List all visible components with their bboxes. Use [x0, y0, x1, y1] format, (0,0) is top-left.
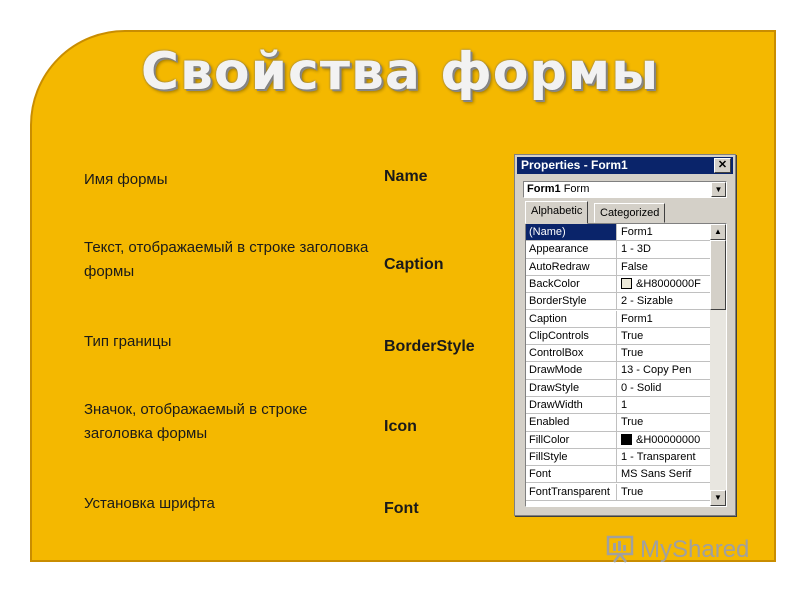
- property-row[interactable]: Font MS Sans Serif: [526, 466, 710, 484]
- property-value-text: True: [621, 485, 644, 498]
- property-row[interactable]: BorderStyle 2 - Sizable: [526, 293, 710, 311]
- property-value[interactable]: True: [618, 414, 710, 430]
- row-prop-icon: Icon: [384, 418, 417, 435]
- property-name: FontTransparent: [526, 483, 617, 500]
- property-name: DrawStyle: [526, 379, 617, 396]
- scroll-down-icon[interactable]: ▼: [710, 490, 726, 506]
- property-value[interactable]: 0 - Solid: [618, 380, 710, 396]
- tab-alphabetic[interactable]: Alphabetic: [525, 201, 589, 224]
- property-value[interactable]: Form1: [618, 311, 710, 327]
- property-value-text: True: [621, 347, 644, 360]
- property-name: BackColor: [526, 275, 617, 293]
- row-prop-borderstyle: BorderStyle: [384, 338, 475, 355]
- properties-titlebar[interactable]: Properties - Form1 ✕: [517, 157, 733, 174]
- property-name: Caption: [526, 310, 617, 327]
- watermark-text: MyShared: [640, 536, 750, 563]
- property-value-text: Form1: [621, 312, 653, 325]
- property-value-text: 1 - Transparent: [621, 450, 696, 463]
- property-name: (Name): [526, 224, 617, 241]
- row-desc-caption: Текст, отображаемый в строке заголовка ф…: [84, 239, 369, 280]
- property-value[interactable]: True: [618, 345, 710, 361]
- property-value-text: &H00000000: [636, 433, 701, 446]
- property-row[interactable]: FontTransparent True: [526, 483, 710, 501]
- property-value-text: False: [621, 260, 648, 273]
- property-value[interactable]: 1: [618, 397, 710, 413]
- property-row[interactable]: DrawWidth 1: [526, 397, 710, 415]
- property-value-text: True: [621, 329, 644, 342]
- property-name: ClipControls: [526, 327, 617, 345]
- property-row[interactable]: AutoRedraw False: [526, 258, 710, 276]
- color-swatch: [621, 277, 632, 289]
- property-name: AutoRedraw: [526, 258, 617, 275]
- properties-title: Properties - Form1: [521, 158, 628, 172]
- property-value-text: Form1: [621, 226, 653, 238]
- property-value-text: 1 - 3D: [621, 243, 651, 256]
- property-row[interactable]: DrawStyle 0 - Solid: [526, 379, 710, 397]
- object-type: Form: [563, 183, 590, 195]
- property-value-text: 13 - Copy Pen: [621, 364, 692, 377]
- property-name: DrawWidth: [526, 397, 617, 414]
- page-title: Свойства формы: [140, 42, 660, 102]
- property-name: ControlBox: [526, 345, 617, 362]
- property-value[interactable]: Form1: [618, 224, 710, 240]
- property-value-text: True: [621, 416, 644, 429]
- row-prop-caption: Caption: [384, 256, 444, 273]
- row-prop-font: Font: [384, 500, 419, 517]
- object-selector[interactable]: Form1 Form ▼: [523, 181, 727, 198]
- property-value[interactable]: &H00000000: [618, 432, 710, 448]
- property-row[interactable]: DrawMode 13 - Copy Pen: [526, 362, 710, 380]
- property-row[interactable]: ClipControls True: [526, 327, 710, 346]
- property-name: DrawMode: [526, 362, 617, 379]
- property-value-text: &H8000000F: [636, 277, 701, 290]
- color-swatch: [621, 433, 632, 445]
- properties-window: Properties - Form1 ✕ Form1 Form ▼ Alphab…: [514, 154, 736, 516]
- property-row[interactable]: ControlBox True: [526, 345, 710, 363]
- property-value[interactable]: False: [618, 259, 710, 275]
- property-value[interactable]: 1 - Transparent: [618, 449, 710, 465]
- property-grid: (Name) Form1 Appearance 1 - 3D AutoRedraw Fal…: [525, 223, 727, 507]
- property-row[interactable]: Appearance 1 - 3D: [526, 241, 710, 259]
- scroll-up-icon[interactable]: ▲: [710, 224, 726, 240]
- property-name: BorderStyle: [526, 293, 617, 310]
- property-row[interactable]: BackColor &H8000000F: [526, 275, 710, 294]
- property-value[interactable]: 2 - Sizable: [618, 293, 710, 309]
- scroll-thumb[interactable]: [710, 240, 726, 310]
- property-name: FillStyle: [526, 448, 617, 466]
- property-name: FillColor: [526, 431, 617, 448]
- tab-categorized[interactable]: Categorized: [594, 203, 666, 223]
- property-name: Font: [526, 466, 617, 483]
- property-row[interactable]: Caption Form1: [526, 310, 710, 328]
- property-value-text: 0 - Solid: [621, 381, 662, 394]
- property-value-text: 2 - Sizable: [621, 295, 673, 308]
- property-row[interactable]: FillStyle 1 - Transparent: [526, 448, 710, 467]
- property-name: Appearance: [526, 241, 617, 258]
- property-value[interactable]: 1 - 3D: [618, 241, 710, 257]
- row-prop-name: Name: [384, 168, 428, 185]
- property-name: Enabled: [526, 414, 617, 431]
- property-value[interactable]: MS Sans Serif: [618, 466, 710, 482]
- chevron-down-icon[interactable]: ▼: [711, 182, 726, 197]
- property-value[interactable]: True: [618, 484, 710, 500]
- property-row[interactable]: (Name) Form1: [526, 224, 710, 242]
- presentation-board-icon: [606, 535, 634, 563]
- property-grid-scrollbar[interactable]: ▲ ▼: [710, 224, 726, 506]
- property-value-text: 1: [621, 399, 628, 411]
- close-icon[interactable]: ✕: [714, 158, 731, 173]
- property-row[interactable]: FillColor &H00000000: [526, 431, 710, 449]
- property-value[interactable]: &H8000000F: [618, 276, 710, 292]
- property-value[interactable]: 13 - Copy Pen: [618, 362, 710, 378]
- object-name: Form1: [527, 183, 561, 195]
- row-desc-icon: Значок, отображаемый в строке заголовка …: [84, 401, 308, 442]
- row-desc-name: Имя формы: [84, 171, 168, 188]
- row-desc-font: Установка шрифта: [84, 495, 215, 512]
- row-desc-borderstyle: Тип границы: [84, 333, 172, 350]
- property-value[interactable]: True: [618, 328, 710, 344]
- property-value-text: MS Sans Serif: [621, 468, 692, 481]
- property-row[interactable]: Enabled True: [526, 414, 710, 432]
